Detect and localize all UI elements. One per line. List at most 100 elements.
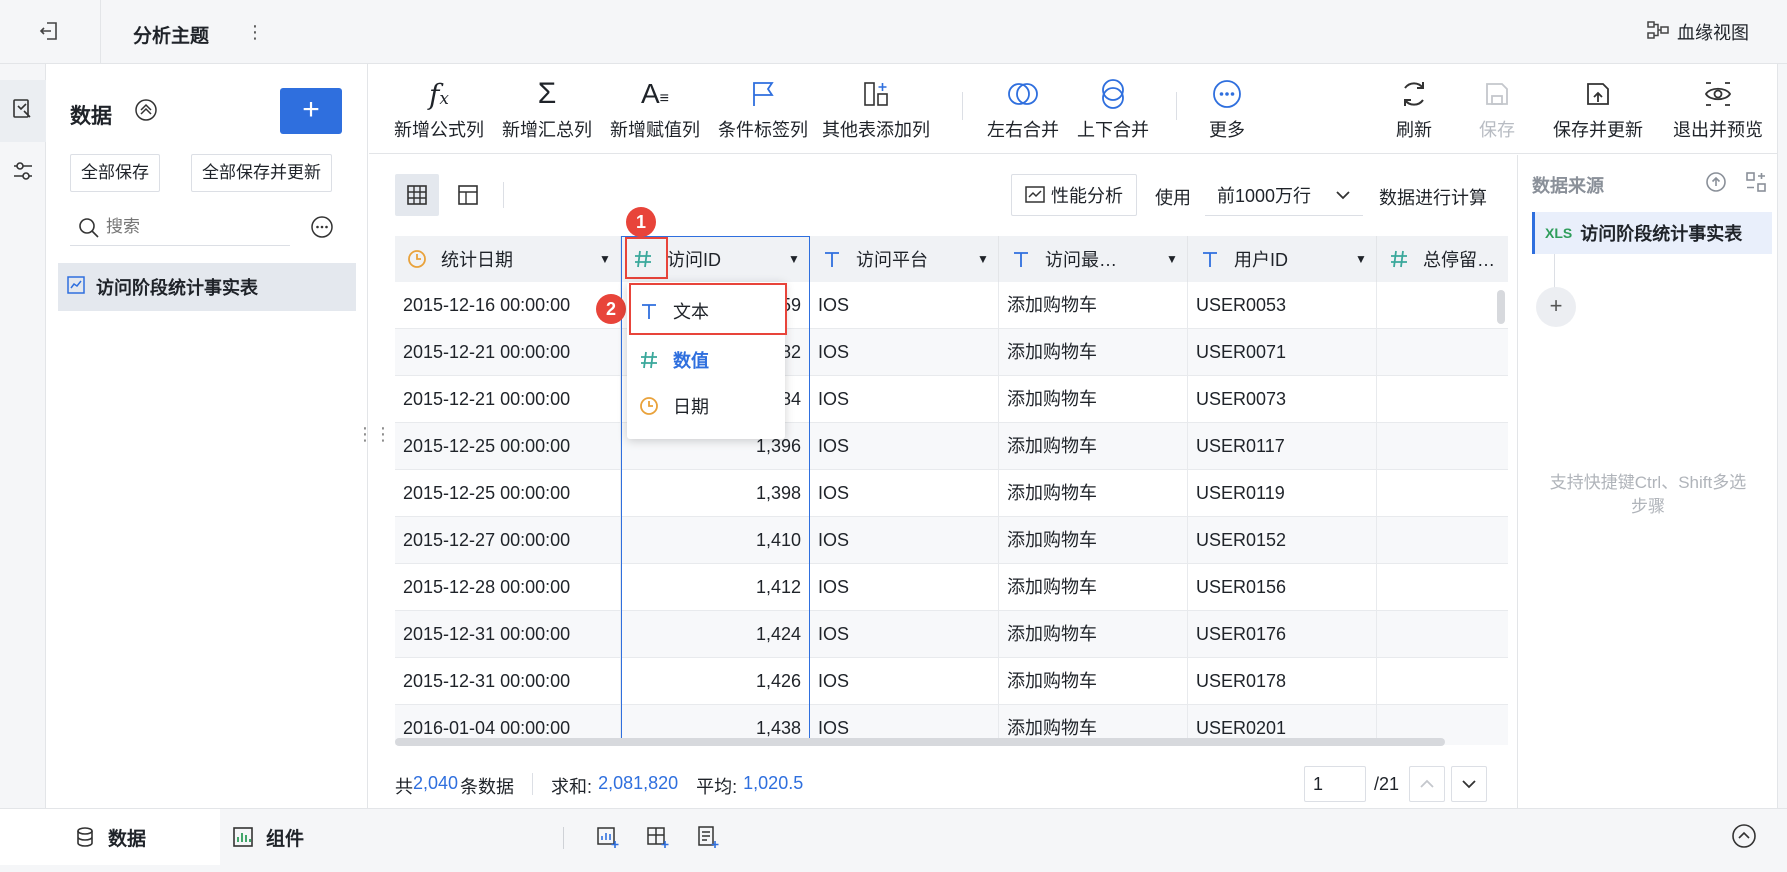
collapse-steps-icon[interactable]	[1744, 170, 1768, 199]
table-cell	[1377, 423, 1508, 470]
table-row: 2015-12-21 00:00:001,384IOS添加购物车USER0073	[395, 376, 1508, 423]
xls-badge: XLS	[1545, 225, 1573, 241]
caret-down-icon[interactable]: ▼	[1157, 252, 1187, 266]
page-number-input[interactable]: 1	[1304, 766, 1366, 802]
caret-down-icon[interactable]: ▼	[590, 252, 620, 266]
save-icon	[1477, 72, 1517, 116]
exit-icon[interactable]	[38, 20, 60, 42]
save-all-button[interactable]: 全部保存	[70, 154, 160, 192]
caret-down-icon[interactable]: ▼	[1346, 252, 1376, 266]
page-scrollbar[interactable]	[1777, 64, 1787, 808]
field-type-menu: 文本 数值 日期	[627, 282, 785, 439]
date-type-icon[interactable]	[399, 249, 435, 269]
table-row: 2015-12-31 00:00:00 1,424 IOS 添加购物车 USER0176	[395, 611, 1508, 658]
condition-tag-column-button[interactable]: 条件标签列	[718, 72, 808, 152]
merge-up-down-button[interactable]: 上下合并	[1077, 72, 1149, 152]
table-cell: USER0152	[1188, 517, 1377, 564]
column-header[interactable]: 访问最… ▼	[999, 236, 1188, 282]
type-option-text[interactable]: 文本	[627, 288, 785, 334]
type-option-number[interactable]: 数值	[627, 337, 785, 383]
refresh-button[interactable]: 刷新	[1394, 72, 1434, 152]
caret-down-icon[interactable]: ▼	[779, 252, 809, 266]
rail-settings[interactable]	[0, 142, 46, 204]
panel-resize-handle-icon[interactable]: ⋮⋮	[356, 424, 392, 445]
table-cell: USER0071	[1188, 329, 1377, 376]
title-menu-icon[interactable]: ⋮	[246, 21, 264, 43]
lineage-view-button[interactable]: 血缘视图	[1647, 20, 1749, 44]
more-button[interactable]: 更多	[1207, 72, 1247, 152]
table-cell	[1377, 376, 1508, 423]
avg-value: 1,020.5	[743, 773, 804, 793]
grid-view-button[interactable]	[395, 174, 439, 216]
next-page-button[interactable]	[1451, 766, 1487, 802]
column-header[interactable]: 总停留…	[1377, 236, 1508, 282]
column-header[interactable]: 用户ID ▼	[1188, 236, 1377, 282]
total-count: 2,040	[413, 773, 459, 793]
collapse-up-icon[interactable]	[134, 98, 158, 122]
history-icon[interactable]	[1704, 170, 1728, 199]
add-report-button[interactable]	[694, 823, 722, 851]
number-type-icon[interactable]	[625, 249, 661, 269]
add-component-button[interactable]	[594, 823, 622, 851]
merge-left-right-button[interactable]: 左右合并	[987, 72, 1059, 152]
text-type-icon[interactable]	[1003, 249, 1039, 269]
save-all-update-button[interactable]: 全部保存并更新	[191, 154, 332, 192]
column-header[interactable]: 访问ID ▼	[621, 236, 810, 282]
use-label: 使用	[1155, 188, 1191, 208]
column-header[interactable]: 访问平台 ▼	[810, 236, 999, 282]
top-bar: 分析主题 ⋮ 血缘视图	[0, 0, 1787, 64]
prev-page-button[interactable]	[1409, 766, 1445, 802]
rail-data-prep[interactable]	[0, 80, 46, 142]
table-cell: USER0176	[1188, 611, 1377, 658]
expand-up-icon[interactable]	[1731, 823, 1759, 851]
layout-view-button[interactable]	[446, 174, 490, 216]
search-input[interactable]	[106, 212, 286, 242]
vertical-scrollbar[interactable]	[1497, 290, 1505, 324]
text-type-icon[interactable]	[814, 249, 850, 269]
horizontal-scrollbar[interactable]	[395, 738, 1445, 746]
exit-and-preview-button[interactable]: 退出并预览	[1673, 72, 1763, 152]
caret-down-icon[interactable]: ▼	[968, 252, 998, 266]
table-list-item[interactable]: 访问阶段统计事实表	[58, 263, 356, 311]
tab-data-label: 数据	[108, 828, 147, 850]
table-cell: 添加购物车	[999, 376, 1188, 423]
summary-divider	[532, 773, 534, 795]
tab-data[interactable]: 数据	[0, 809, 220, 865]
type-option-label: 数值	[673, 351, 709, 371]
performance-icon	[1025, 186, 1045, 203]
grid-icon	[407, 185, 427, 205]
type-option-date[interactable]: 日期	[627, 383, 785, 429]
data-panel-title: 数据	[70, 105, 112, 128]
tool-label: 保存并更新	[1553, 120, 1643, 140]
save-and-update-button[interactable]: 保存并更新	[1553, 72, 1643, 152]
table-row: 2015-12-31 00:00:00 1,426 IOS 添加购物车 USER0178	[395, 658, 1508, 705]
sum-label: 求和:	[551, 777, 593, 797]
data-panel: 数据 + 全部保存 全部保存并更新 访问阶段统计事实表 ⋮⋮	[46, 64, 392, 808]
add-column-from-table-button[interactable]: 其他表添加列	[822, 72, 930, 152]
number-type-icon[interactable]	[1381, 249, 1417, 269]
table-cell: 添加购物车	[999, 282, 1188, 329]
performance-analysis-button[interactable]: 性能分析	[1011, 174, 1137, 216]
database-icon	[77, 827, 93, 847]
panel-more-icon[interactable]	[310, 215, 334, 239]
column-header[interactable]: 统计日期 ▼	[395, 236, 621, 282]
table-cell: USER0119	[1188, 470, 1377, 517]
add-formula-column-button[interactable]: fx 新增公式列	[394, 72, 484, 152]
add-dashboard-button[interactable]	[644, 823, 672, 851]
tool-label: 新增汇总列	[502, 120, 592, 140]
table-cell: 2015-12-28 00:00:00	[395, 564, 621, 611]
tab-components[interactable]: 组件	[232, 809, 304, 865]
table-cell: 2015-12-25 00:00:00	[395, 423, 621, 470]
add-step-button[interactable]: +	[1536, 287, 1576, 327]
save-update-icon	[1578, 72, 1618, 116]
text-type-icon[interactable]	[1192, 249, 1228, 269]
add-summary-column-button[interactable]: Σ 新增汇总列	[502, 72, 592, 152]
save-button[interactable]: 保存	[1477, 72, 1517, 152]
source-step-item[interactable]: XLS 访问阶段统计事实表	[1532, 212, 1772, 254]
toolbar-divider	[1176, 92, 1177, 120]
add-assign-column-button[interactable]: A≡ 新增赋值列	[610, 72, 700, 152]
row-limit-select[interactable]: 前1000万行	[1205, 174, 1363, 216]
add-dashboard-icon	[647, 827, 669, 848]
row-limit-value: 前1000万行	[1217, 185, 1312, 206]
add-table-button[interactable]: +	[280, 88, 342, 134]
